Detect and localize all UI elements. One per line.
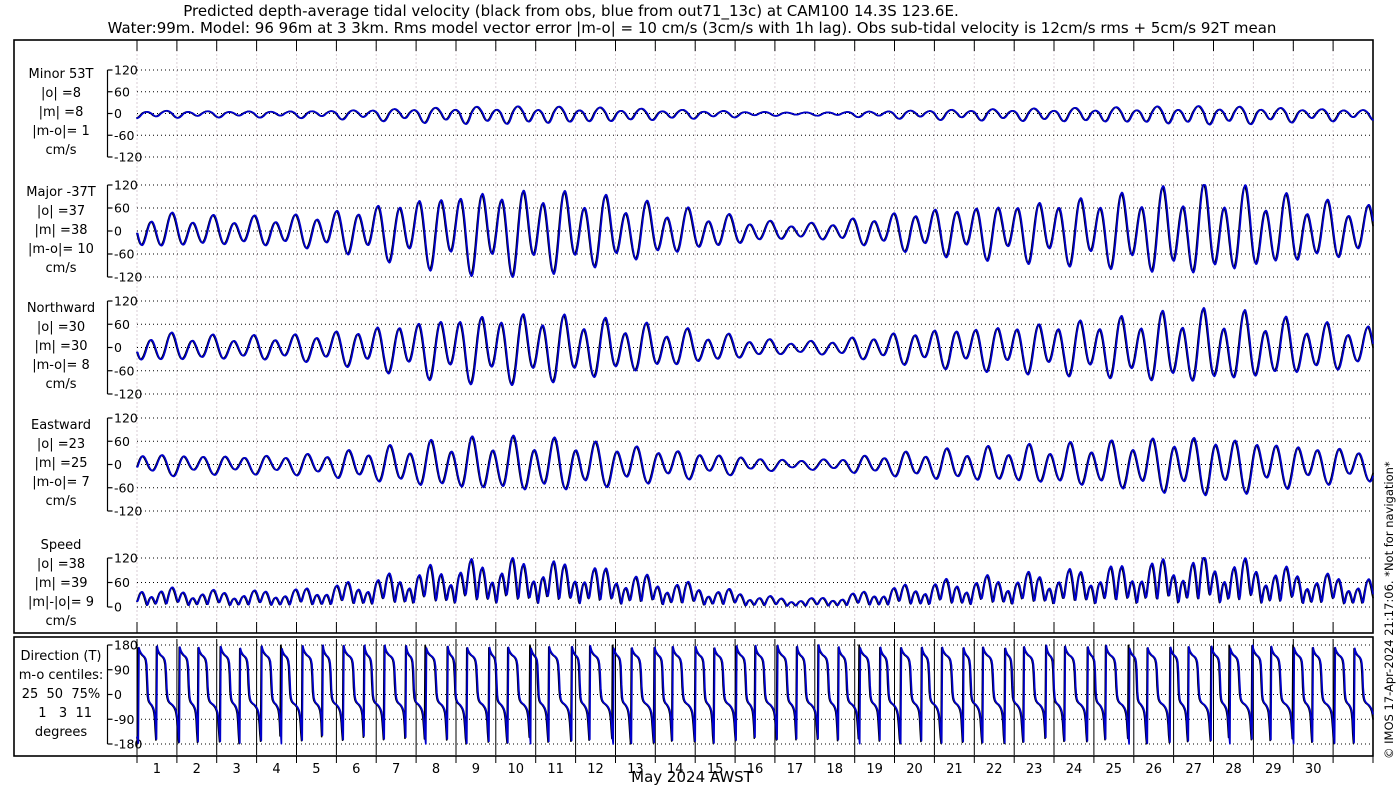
panel-label-line: cm/s <box>45 142 77 158</box>
velocity-panels-frame <box>13 39 1374 634</box>
panel-label-line: Direction (T) <box>20 648 102 664</box>
panel-label-line: Eastward <box>30 417 92 433</box>
y-tick-label: -120 <box>114 504 142 519</box>
panel-label-line: |o| =37 <box>36 203 86 219</box>
y-tick-label: -60 <box>114 480 134 495</box>
panel-label-line: |m| =39 <box>34 575 88 591</box>
x-day-label: 1 <box>153 762 161 777</box>
panel-label-line: |m| =25 <box>34 455 88 471</box>
x-day-label: 6 <box>352 762 360 777</box>
x-day-label: 9 <box>472 762 480 777</box>
panel-label-line: Minor 53T <box>28 66 94 82</box>
plot-canvas: 120600-60-120120600-60-120120600-60-1201… <box>13 39 1374 777</box>
panel-label-minor: Minor 53T |o| =8 |m| =8 |m-o|= 1 cm/s <box>16 65 106 160</box>
x-day-label: 28 <box>1225 762 1242 777</box>
x-day-label: 18 <box>826 762 843 777</box>
x-day-label: 10 <box>508 762 525 777</box>
panel-label-line: |o| =38 <box>36 556 86 572</box>
y-tick-label: 60 <box>114 434 130 449</box>
panel-label-line: 1 3 11 <box>29 705 92 721</box>
x-day-label: 21 <box>946 762 963 777</box>
model-trace-major <box>136 184 1374 278</box>
x-day-label: 7 <box>392 762 400 777</box>
y-tick-label: -120 <box>114 387 142 402</box>
panel-label-eastward: Eastward |o| =23 |m| =25 |m-o|= 7 cm/s <box>16 416 106 511</box>
panel-label-line: |m| =8 <box>38 104 84 120</box>
x-day-label: 3 <box>233 762 241 777</box>
panel-label-direction: Direction (T) m-o centiles: 25 50 75% 1 3 … <box>16 647 106 742</box>
panel-label-line: |o| =23 <box>36 436 86 452</box>
y-tick-label: 0 <box>114 340 122 355</box>
model-trace-minor <box>136 105 1374 126</box>
panel-label-line: cm/s <box>45 613 77 629</box>
panel-label-line: Northward <box>26 300 96 316</box>
x-day-label: 22 <box>986 762 1003 777</box>
panel-label-line: |m|-|o|= 9 <box>27 594 95 610</box>
panel-label-line: cm/s <box>45 376 77 392</box>
panel-label-line: |o| =30 <box>36 319 86 335</box>
x-day-label: 20 <box>906 762 923 777</box>
panel-label-line: cm/s <box>45 493 77 509</box>
model-trace-northward <box>136 306 1374 387</box>
y-tick-label: 180 <box>114 638 138 653</box>
y-tick-label: 0 <box>114 687 122 702</box>
y-tick-label: -120 <box>114 270 142 285</box>
y-tick-label: -120 <box>114 150 142 165</box>
y-tick-label: 120 <box>114 294 138 309</box>
obs-trace-speed <box>136 557 1374 607</box>
y-tick-label: -60 <box>114 247 134 262</box>
x-day-label: 30 <box>1305 762 1322 777</box>
y-tick-label: 0 <box>114 457 122 472</box>
y-tick-label: 60 <box>114 575 130 590</box>
x-day-label: 23 <box>1026 762 1043 777</box>
y-tick-label: 60 <box>114 84 130 99</box>
panel-label-line: m-o centiles: <box>18 667 104 683</box>
y-tick-label: 120 <box>114 551 138 566</box>
panel-label-line: |m-o|= 1 <box>32 123 90 139</box>
panel-label-line: Speed <box>40 537 82 553</box>
x-day-label: 27 <box>1185 762 1202 777</box>
panel-label-line: degrees <box>34 724 88 740</box>
y-tick-label: 0 <box>114 600 122 615</box>
y-tick-label: -60 <box>114 128 134 143</box>
x-day-label: 2 <box>193 762 201 777</box>
panel-label-line: |m| =38 <box>34 222 88 238</box>
x-day-label: 17 <box>787 762 804 777</box>
panel-label-line: |m| =30 <box>34 338 88 354</box>
panel-label-major: Major -37T |o| =37 |m| =38 |m-o|= 10 cm/s <box>16 183 106 278</box>
y-tick-label: 120 <box>114 63 138 78</box>
panel-label-line: |m-o|= 7 <box>32 474 90 490</box>
x-day-label: 29 <box>1265 762 1282 777</box>
panel-label-line: Major -37T <box>26 184 96 200</box>
x-day-label: 26 <box>1145 762 1162 777</box>
x-day-label: 11 <box>547 762 564 777</box>
y-tick-label: 120 <box>114 178 138 193</box>
panel-label-line: cm/s <box>45 260 77 276</box>
obs-trace-northward <box>136 308 1374 385</box>
x-day-label: 24 <box>1066 762 1083 777</box>
x-day-label: 19 <box>866 762 883 777</box>
y-tick-label: -90 <box>114 712 134 727</box>
model-trace-speed <box>136 557 1374 607</box>
y-tick-label: 90 <box>114 662 130 677</box>
panel-label-speed: Speed |o| =38 |m| =39 |m|-|o|= 9 cm/s <box>16 536 106 631</box>
y-tick-label: 60 <box>114 201 130 216</box>
x-day-label: 8 <box>432 762 440 777</box>
panel-label-northward: Northward |o| =30 |m| =30 |m-o|= 8 cm/s <box>16 299 106 394</box>
panel-label-line: |m-o|= 8 <box>32 357 90 373</box>
y-tick-label: -60 <box>114 363 134 378</box>
panel-label-line: |m-o|= 10 <box>28 241 94 257</box>
y-tick-label: 0 <box>114 224 122 239</box>
y-tick-label: 120 <box>114 411 138 426</box>
x-day-label: 25 <box>1106 762 1123 777</box>
y-tick-label: 60 <box>114 317 130 332</box>
x-day-label: 5 <box>312 762 320 777</box>
x-axis-title: May 2024 AWST <box>631 768 753 786</box>
x-day-label: 4 <box>272 762 280 777</box>
y-tick-label: 0 <box>114 106 122 121</box>
x-day-label: 12 <box>587 762 604 777</box>
panel-label-line: |o| =8 <box>40 85 81 101</box>
panel-label-line: 25 50 75% <box>21 686 101 702</box>
imos-watermark: © IMOS 17-Apr-2024 21:17:06. *Not for na… <box>1382 461 1396 759</box>
